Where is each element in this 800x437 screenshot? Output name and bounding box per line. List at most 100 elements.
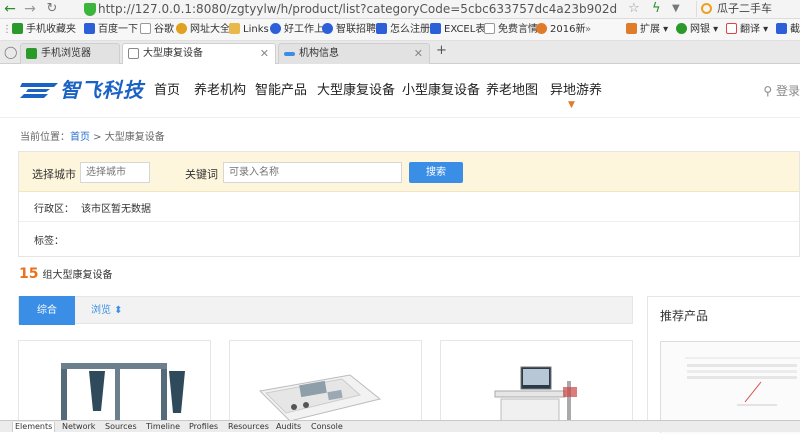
lightning-icon[interactable]: ϟ xyxy=(652,1,661,17)
bookmark-label: 扩展 xyxy=(640,24,660,35)
address-bar: ← → ↻ http://127.0.0.1:8080/zgtyylw/h/pr… xyxy=(0,0,800,19)
chevron-down-icon[interactable]: ▼ xyxy=(672,1,680,17)
devtools-tabbar: Elements Network Sources Timeline Profil… xyxy=(0,420,800,432)
sort-comprehensive-tab[interactable]: 综合 xyxy=(19,296,75,325)
breadcrumb: 当前位置：首页 > 大型康复设备 xyxy=(20,128,165,143)
product-card[interactable] xyxy=(18,340,211,432)
bookmark-label: Links xyxy=(243,24,269,35)
result-count-number: 15 xyxy=(19,266,39,282)
bookmark-label: 网址大全 xyxy=(190,24,230,35)
bookmark-label: 翻译 xyxy=(740,24,760,35)
globe-icon xyxy=(176,23,187,34)
back-arrow-icon[interactable]: ← xyxy=(2,1,18,17)
city-select[interactable] xyxy=(80,162,150,183)
bookmark-label: 2016新 xyxy=(550,24,586,35)
city-label: 选择城市 xyxy=(32,168,76,181)
phone-icon xyxy=(26,48,37,59)
tag-row: 标签： xyxy=(19,222,799,256)
phone-icon xyxy=(12,23,23,34)
devtools-tab-timeline[interactable]: Timeline xyxy=(146,422,180,432)
bookmark-label: 免费言情 xyxy=(498,24,538,35)
bookmark-item[interactable]: 2016新 xyxy=(536,22,585,38)
bookmarks-bar: ⋮ 手机收藏夹 百度一下 谷歌 网址大全 Links 好工作上 智联招聘 怎么注… xyxy=(0,19,800,41)
devtools-tab-sources[interactable]: Sources xyxy=(105,422,137,432)
bookmark-item[interactable]: 免费言情 xyxy=(484,22,538,38)
nav-elderly-institutions[interactable]: 养老机构 xyxy=(194,82,246,100)
excel-icon xyxy=(430,23,441,34)
product-card[interactable] xyxy=(440,340,633,432)
search-engine-icon xyxy=(701,3,712,14)
new-tab-button[interactable]: + xyxy=(436,43,447,59)
breadcrumb-current: 大型康复设备 xyxy=(104,132,165,143)
nav-home[interactable]: 首页 xyxy=(154,82,180,100)
search-engine-box[interactable]: 瓜子二手车 xyxy=(696,1,800,17)
bookmark-item[interactable]: 百度一下 xyxy=(84,22,138,38)
reload-icon[interactable]: ↻ xyxy=(44,1,60,17)
tab-list-icon[interactable]: ◯ xyxy=(4,44,17,60)
bookmark-label: 智联招聘 xyxy=(336,24,376,35)
translate-icon xyxy=(726,23,737,34)
logo-mark-icon xyxy=(20,83,58,98)
url-input[interactable]: http://127.0.0.1:8080/zgtyylw/h/product/… xyxy=(98,2,618,17)
bookmark-item[interactable]: 怎么注册 xyxy=(376,22,430,38)
bookmark-label: 手机收藏夹 xyxy=(26,24,76,35)
product-card[interactable] xyxy=(229,340,422,432)
sort-bar: 综合 浏览 ⬍ xyxy=(18,296,633,325)
close-icon[interactable]: ✕ xyxy=(260,44,269,63)
keyword-input[interactable] xyxy=(223,162,402,183)
bookmark-item[interactable]: 网银 ▾ xyxy=(676,22,718,38)
tab-label: 机构信息 xyxy=(299,48,339,59)
tab-institution-info[interactable]: 机构信息 ✕ xyxy=(278,43,430,64)
nav-large-rehab-equipment[interactable]: 大型康复设备 xyxy=(317,82,395,100)
search-button[interactable]: 搜索 xyxy=(409,162,463,183)
bookmark-label: EXCEL表 xyxy=(444,24,486,35)
page-icon xyxy=(140,23,151,34)
logo-text: 智飞科技 xyxy=(60,78,144,102)
bookmark-item[interactable]: 手机收藏夹 xyxy=(12,22,76,38)
page-icon xyxy=(484,23,495,34)
chevron-down-icon: ▼ xyxy=(568,100,575,110)
devtools-tab-resources[interactable]: Resources xyxy=(228,422,269,432)
filter-search-row: 选择城市 关键词 搜索 xyxy=(19,152,799,192)
bookmark-item[interactable]: 网址大全 xyxy=(176,22,230,38)
nav-remote-travel[interactable]: 异地游养 xyxy=(550,82,602,100)
devtools-tab-audits[interactable]: Audits xyxy=(276,422,301,432)
breadcrumb-home-link[interactable]: 首页 xyxy=(70,132,90,143)
bookmark-item[interactable]: EXCEL表 xyxy=(430,22,485,38)
nav-elderly-map[interactable]: 养老地图 xyxy=(486,82,538,100)
bookmark-item[interactable]: 截图 xyxy=(776,22,800,38)
bookmark-item[interactable]: 谷歌 xyxy=(140,22,174,38)
breadcrumb-separator: > xyxy=(90,132,105,143)
nav-small-rehab-equipment[interactable]: 小型康复设备 xyxy=(402,82,480,100)
nav-smart-products[interactable]: 智能产品 xyxy=(255,82,307,100)
tab-mobile-browser[interactable]: 手机浏览器 xyxy=(20,43,120,64)
devtools-tab-console[interactable]: Console xyxy=(311,422,343,432)
therapy-device-icon xyxy=(258,374,382,422)
devtools-tab-profiles[interactable]: Profiles xyxy=(189,422,218,432)
bookmark-item[interactable]: 智联招聘 xyxy=(322,22,376,38)
devtools-tab-network[interactable]: Network xyxy=(62,422,95,432)
forward-arrow-icon[interactable]: → xyxy=(22,1,38,17)
more-bookmarks-icon[interactable]: » xyxy=(585,22,591,38)
bookmark-item[interactable]: 好工作上 xyxy=(270,22,324,38)
login-link[interactable]: ⚲ 登录 xyxy=(763,82,800,99)
bookmark-item[interactable]: Links xyxy=(229,22,269,38)
bookmark-label: 百度一下 xyxy=(98,24,138,35)
bookmark-item[interactable]: 扩展 ▾ xyxy=(626,22,668,38)
star-icon[interactable]: ☆ xyxy=(628,1,640,17)
globe-icon xyxy=(270,23,281,34)
bookmark-label: 截图 xyxy=(790,24,800,35)
user-icon: ⚲ xyxy=(763,84,776,98)
scissors-icon xyxy=(776,23,787,34)
bookmarks-menu-icon[interactable]: ⋮ xyxy=(2,22,12,38)
keyword-label: 关键词 xyxy=(185,168,218,181)
devtools-tab-elements[interactable]: Elements xyxy=(12,422,56,432)
tab-label: 手机浏览器 xyxy=(41,48,91,59)
sort-views-tab[interactable]: 浏览 ⬍ xyxy=(91,297,123,324)
bookmark-label: 谷歌 xyxy=(154,24,174,35)
sort-toggle-icon: ⬍ xyxy=(111,305,123,316)
bookmark-item[interactable]: 翻译 ▾ xyxy=(726,22,768,38)
tab-large-rehab-equipment[interactable]: 大型康复设备 ✕ xyxy=(122,43,276,65)
close-icon[interactable]: ✕ xyxy=(414,44,423,63)
district-row: 行政区： 该市区暂无数据 xyxy=(19,192,799,222)
